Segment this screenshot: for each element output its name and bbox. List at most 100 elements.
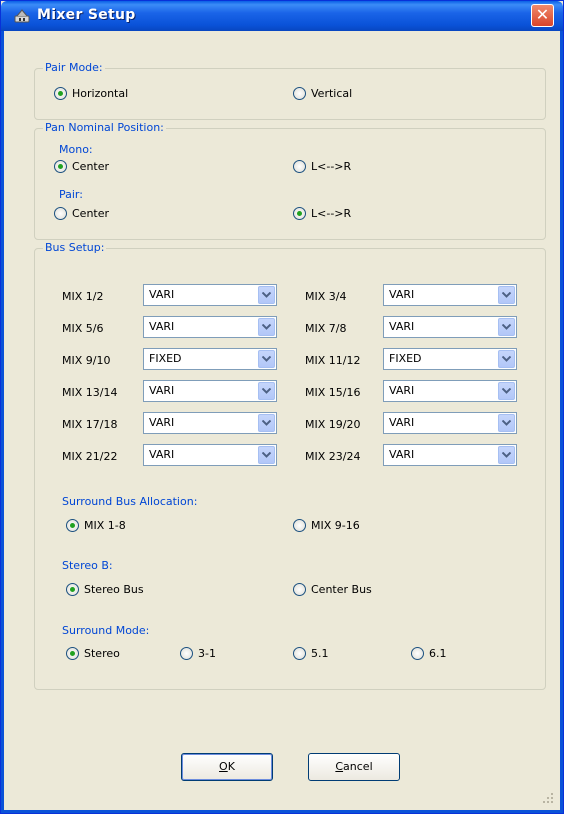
mix-17-18-value: VARI bbox=[149, 416, 175, 429]
radio-unchecked-icon bbox=[411, 647, 424, 660]
window-frame-left bbox=[1, 31, 4, 813]
mix-3-4-select[interactable]: VARI bbox=[383, 284, 517, 306]
title-bar[interactable]: Mixer Setup ✕ bbox=[1, 1, 563, 31]
radio-unchecked-icon bbox=[54, 207, 67, 220]
chevron-down-icon[interactable] bbox=[258, 382, 275, 400]
pair-mode-label: Pair Mode: bbox=[43, 61, 105, 74]
mixer-app-icon bbox=[14, 9, 30, 23]
stereo-b-stereo-bus-label: Stereo Bus bbox=[84, 583, 144, 596]
mix-7-8-value: VARI bbox=[389, 320, 415, 333]
mix-1-2-label: MIX 1/2 bbox=[62, 290, 104, 303]
radio-checked-icon bbox=[54, 87, 67, 100]
pan-mono-lr-label: L<-->R bbox=[311, 160, 352, 173]
ok-mnemonic: O bbox=[219, 760, 228, 773]
mix-15-16-value: VARI bbox=[389, 384, 415, 397]
chevron-down-icon[interactable] bbox=[258, 286, 275, 304]
pan-position-label: Pan Nominal Position: bbox=[43, 121, 166, 134]
chevron-down-icon[interactable] bbox=[498, 382, 515, 400]
radio-unchecked-icon bbox=[180, 647, 193, 660]
pair-mode-vertical-label: Vertical bbox=[311, 87, 353, 100]
pair-mode-vertical-radio[interactable]: Vertical bbox=[293, 87, 352, 100]
mix-1-2-value: VARI bbox=[149, 288, 175, 301]
mix-11-12-label: MIX 11/12 bbox=[305, 354, 361, 367]
mix-9-10-value: FIXED bbox=[149, 352, 182, 365]
surround-mode-5-1-label: 5.1 bbox=[311, 647, 329, 660]
radio-checked-icon bbox=[66, 519, 79, 532]
pan-mono-center-radio[interactable]: Center bbox=[54, 160, 109, 173]
mix-17-18-label: MIX 17/18 bbox=[62, 418, 118, 431]
ok-button[interactable]: OK bbox=[181, 753, 273, 781]
chevron-down-icon[interactable] bbox=[498, 414, 515, 432]
close-icon: ✕ bbox=[535, 5, 550, 24]
mix-5-6-select[interactable]: VARI bbox=[143, 316, 277, 338]
surround-mode-stereo-label: Stereo bbox=[84, 647, 120, 660]
chevron-down-icon[interactable] bbox=[498, 286, 515, 304]
chevron-down-icon[interactable] bbox=[258, 350, 275, 368]
stereo-b-center-bus-label: Center Bus bbox=[311, 583, 372, 596]
pan-mono-lr-radio[interactable]: L<-->R bbox=[293, 160, 351, 173]
pan-pair-lr-label: L<-->R bbox=[311, 207, 352, 220]
ok-label-rest: K bbox=[227, 760, 235, 773]
bus-setup-group: Bus Setup: MIX 1/2 VARI MIX 3/4 VARI MIX… bbox=[34, 241, 546, 690]
window-frame-bottom bbox=[1, 810, 563, 813]
surround-mode-3-1-label: 3-1 bbox=[198, 647, 216, 660]
mix-19-20-select[interactable]: VARI bbox=[383, 412, 517, 434]
mix-1-2-select[interactable]: VARI bbox=[143, 284, 277, 306]
stereo-b-label: Stereo B: bbox=[62, 559, 113, 572]
surround-alloc-mix-1-8-label: MIX 1-8 bbox=[84, 519, 126, 532]
surround-mode-6-1-radio[interactable]: 6.1 bbox=[411, 647, 447, 660]
pan-pair-label: Pair: bbox=[59, 188, 83, 201]
pan-mono-center-label: Center bbox=[72, 160, 110, 173]
chevron-down-icon[interactable] bbox=[498, 350, 515, 368]
mix-23-24-value: VARI bbox=[389, 448, 415, 461]
pan-pair-center-radio[interactable]: Center bbox=[54, 207, 109, 220]
mix-13-14-value: VARI bbox=[149, 384, 175, 397]
resize-grip-icon[interactable] bbox=[541, 791, 555, 805]
pan-mono-label: Mono: bbox=[59, 143, 93, 156]
mix-23-24-select[interactable]: VARI bbox=[383, 444, 517, 466]
mix-11-12-select[interactable]: FIXED bbox=[383, 348, 517, 370]
stereo-b-center-bus-radio[interactable]: Center Bus bbox=[293, 583, 372, 596]
pair-mode-group: Pair Mode: Horizontal Vertical bbox=[34, 61, 546, 120]
radio-unchecked-icon bbox=[293, 647, 306, 660]
mix-13-14-label: MIX 13/14 bbox=[62, 386, 118, 399]
window-frame-right bbox=[560, 31, 563, 813]
chevron-down-icon[interactable] bbox=[258, 446, 275, 464]
mix-5-6-label: MIX 5/6 bbox=[62, 322, 104, 335]
mix-15-16-select[interactable]: VARI bbox=[383, 380, 517, 402]
chevron-down-icon[interactable] bbox=[258, 318, 275, 336]
radio-checked-icon bbox=[293, 207, 306, 220]
pan-pair-center-label: Center bbox=[72, 207, 110, 220]
mix-3-4-label: MIX 3/4 bbox=[305, 290, 347, 303]
cancel-button[interactable]: Cancel bbox=[308, 753, 400, 781]
surround-mode-stereo-radio[interactable]: Stereo bbox=[66, 647, 120, 660]
pair-mode-horizontal-label: Horizontal bbox=[72, 87, 129, 100]
mix-21-22-select[interactable]: VARI bbox=[143, 444, 277, 466]
mixer-setup-dialog: Mixer Setup ✕ Pair Mode: Horizontal Vert… bbox=[0, 0, 564, 814]
close-button[interactable]: ✕ bbox=[531, 4, 554, 27]
stereo-b-stereo-bus-radio[interactable]: Stereo Bus bbox=[66, 583, 144, 596]
surround-mode-5-1-radio[interactable]: 5.1 bbox=[293, 647, 329, 660]
mix-5-6-value: VARI bbox=[149, 320, 175, 333]
surround-mode-3-1-radio[interactable]: 3-1 bbox=[180, 647, 216, 660]
radio-unchecked-icon bbox=[293, 87, 306, 100]
radio-checked-icon bbox=[66, 647, 79, 660]
mix-13-14-select[interactable]: VARI bbox=[143, 380, 277, 402]
cancel-mnemonic: C bbox=[335, 760, 344, 773]
surround-alloc-mix-1-8-radio[interactable]: MIX 1-8 bbox=[66, 519, 126, 532]
chevron-down-icon[interactable] bbox=[498, 446, 515, 464]
chevron-down-icon[interactable] bbox=[258, 414, 275, 432]
pair-mode-horizontal-radio[interactable]: Horizontal bbox=[54, 87, 128, 100]
surround-alloc-mix-9-16-radio[interactable]: MIX 9-16 bbox=[293, 519, 360, 532]
pan-pair-lr-radio[interactable]: L<-->R bbox=[293, 207, 351, 220]
mix-7-8-select[interactable]: VARI bbox=[383, 316, 517, 338]
chevron-down-icon[interactable] bbox=[498, 318, 515, 336]
surround-mode-6-1-label: 6.1 bbox=[429, 647, 447, 660]
mix-7-8-label: MIX 7/8 bbox=[305, 322, 347, 335]
pan-position-group: Pan Nominal Position: Mono: Center L<-->… bbox=[34, 121, 546, 240]
radio-checked-icon bbox=[54, 160, 67, 173]
mix-17-18-select[interactable]: VARI bbox=[143, 412, 277, 434]
mix-15-16-label: MIX 15/16 bbox=[305, 386, 361, 399]
mix-9-10-select[interactable]: FIXED bbox=[143, 348, 277, 370]
mix-21-22-value: VARI bbox=[149, 448, 175, 461]
